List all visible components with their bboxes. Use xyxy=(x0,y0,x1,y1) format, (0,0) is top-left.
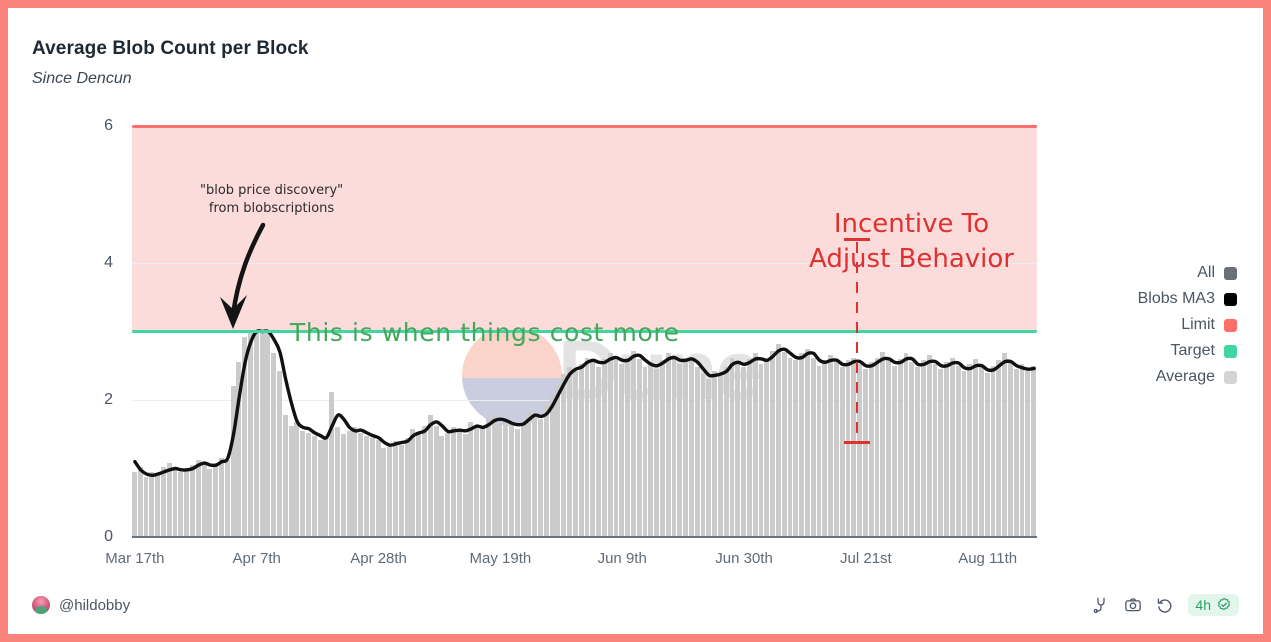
legend-item-swatch xyxy=(1224,370,1237,384)
camera-icon[interactable] xyxy=(1124,596,1142,614)
plug-icon[interactable] xyxy=(1092,596,1110,614)
legend-item-label: Target xyxy=(1170,342,1215,359)
annotation-blob-discovery: "blob price discovery" from blobscriptio… xyxy=(200,182,343,217)
x-axis-tick-label: Jun 30th xyxy=(715,550,773,567)
annotation-blob-discovery-line1: "blob price discovery" xyxy=(200,183,344,198)
x-axis-tick-label: Jun 9th xyxy=(597,550,647,567)
legend-item-label: Average xyxy=(1155,368,1215,385)
author-handle[interactable]: @hildobby xyxy=(59,597,130,614)
author-credit: @hildobby xyxy=(32,596,130,614)
x-axis-tick-label: Apr 7th xyxy=(232,550,281,567)
page-subtitle: Since Dencun xyxy=(32,70,132,87)
legend-item-label: Limit xyxy=(1181,316,1215,333)
limit-reference-line xyxy=(132,124,1037,128)
x-axis-tick-label: May 19th xyxy=(469,550,532,567)
x-axis-tick-label: Jul 21st xyxy=(840,550,892,567)
chart-card: Average Blob Count per Block Since Dencu… xyxy=(14,14,1257,628)
legend-item-average[interactable]: Average xyxy=(1156,368,1237,386)
chart-legend: All Blobs MA3 Limit Target Average xyxy=(1138,264,1237,386)
refresh-interval-label: 4h xyxy=(1195,597,1211,613)
annotation-cost-more: This is when things cost more xyxy=(290,318,680,347)
legend-item-swatch xyxy=(1224,292,1237,306)
y-axis-tick-label: 0 xyxy=(104,528,113,545)
avatar xyxy=(32,596,50,614)
x-axis-tick-label: Aug 11th xyxy=(958,550,1018,567)
annotation-incentive-line1: Incentive To xyxy=(833,209,990,239)
annotation-arrow-icon xyxy=(220,222,266,329)
legend-item-all[interactable]: All xyxy=(1197,264,1237,282)
legend-item-label: All xyxy=(1197,264,1215,281)
refresh-icon[interactable] xyxy=(1156,596,1174,614)
y-axis-tick-label: 4 xyxy=(104,254,113,271)
verified-check-icon xyxy=(1218,597,1230,611)
annotation-blob-discovery-line2: from blobscriptions xyxy=(208,200,335,216)
y-axis-tick-label: 6 xyxy=(104,117,113,134)
annotation-incentive: Incentive To Adjust Behavior xyxy=(809,207,1014,277)
legend-item-limit[interactable]: Limit xyxy=(1181,316,1237,334)
annotation-incentive-line2: Adjust Behavior xyxy=(809,244,1014,275)
legend-item-blobs-ma3[interactable]: Blobs MA3 xyxy=(1138,290,1237,308)
legend-item-swatch xyxy=(1224,266,1237,280)
chart-toolbar: 4h xyxy=(1092,594,1239,616)
legend-item-swatch xyxy=(1224,344,1237,358)
x-axis xyxy=(132,536,1037,538)
x-axis-tick-label: Mar 17th xyxy=(105,550,165,567)
refresh-interval-badge[interactable]: 4h xyxy=(1188,594,1239,616)
y-axis-tick-label: 2 xyxy=(104,391,113,408)
legend-item-label: Blobs MA3 xyxy=(1137,290,1215,307)
legend-item-target[interactable]: Target xyxy=(1171,342,1237,360)
x-axis-tick-label: Apr 28th xyxy=(350,550,407,567)
screenshot-frame: Average Blob Count per Block Since Dencu… xyxy=(0,0,1271,642)
legend-item-swatch xyxy=(1224,318,1237,332)
page-title: Average Blob Count per Block xyxy=(32,38,309,59)
